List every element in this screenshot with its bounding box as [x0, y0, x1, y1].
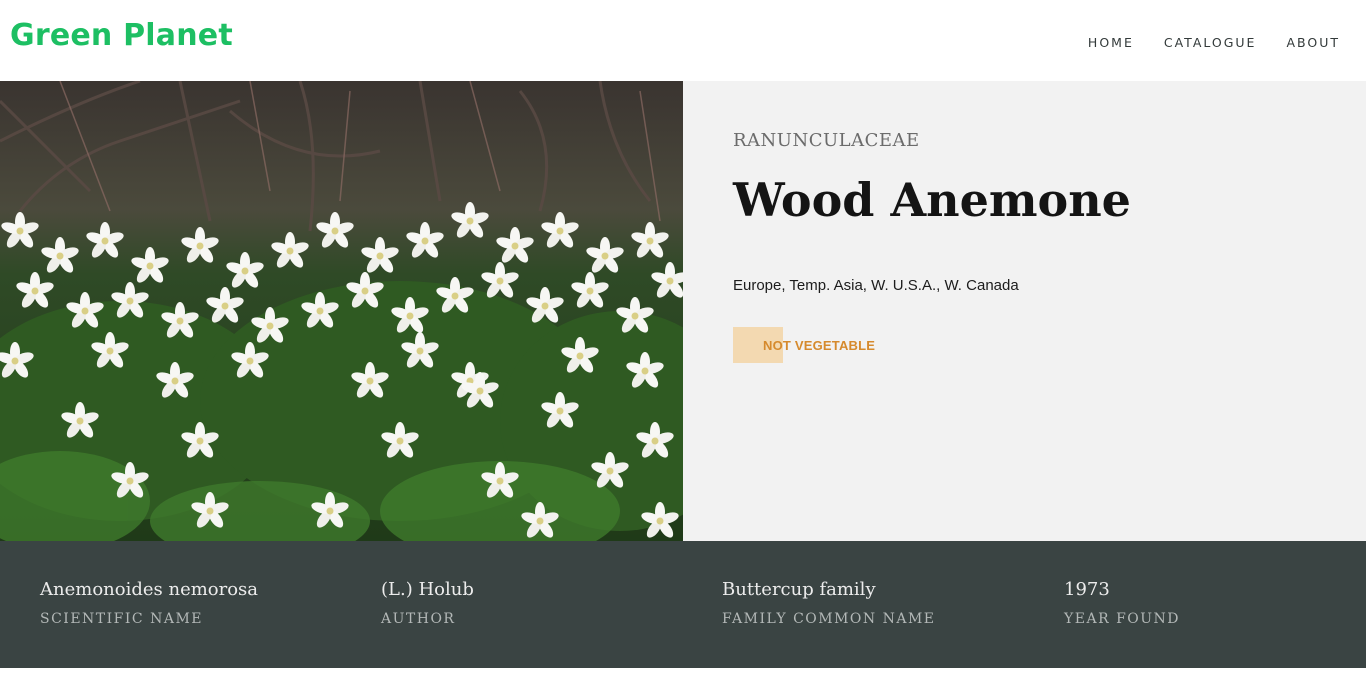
fact-year-found: 1973 YEAR FOUND — [1064, 579, 1180, 627]
plant-hero: RANUNCULACEAE Wood Anemone Europe, Temp.… — [0, 81, 1366, 541]
fact-value: (L.) Holub — [381, 579, 474, 600]
nav-catalogue[interactable]: CATALOGUE — [1164, 35, 1257, 50]
nav-about[interactable]: ABOUT — [1286, 35, 1340, 50]
plant-distribution: Europe, Temp. Asia, W. U.S.A., W. Canada — [733, 277, 1019, 294]
plant-family: RANUNCULACEAE — [733, 130, 920, 151]
fact-value: 1973 — [1064, 579, 1110, 600]
vegetable-status-label: NOT VEGETABLE — [763, 338, 876, 353]
fact-scientific-name: Anemonoides nemorosa SCIENTIFIC NAME — [40, 579, 258, 627]
wood-anemone-photo — [0, 81, 683, 541]
plant-info-panel: RANUNCULACEAE Wood Anemone Europe, Temp.… — [683, 81, 1366, 541]
site-header: Green Planet HOME CATALOGUE ABOUT — [0, 0, 1366, 81]
fact-value: Anemonoides nemorosa — [40, 579, 259, 600]
fact-author: (L.) Holub AUTHOR — [381, 579, 474, 627]
plant-name: Wood Anemone — [733, 173, 1131, 227]
vegetable-status-badge: NOT VEGETABLE — [733, 327, 893, 363]
fact-caption: SCIENTIFIC NAME — [40, 611, 203, 627]
brand-logo[interactable]: Green Planet — [10, 18, 233, 53]
nav-home[interactable]: HOME — [1088, 35, 1134, 50]
fact-family-common-name: Buttercup family FAMILY COMMON NAME — [722, 579, 936, 627]
plant-facts-bar: Anemonoides nemorosa SCIENTIFIC NAME (L.… — [0, 541, 1366, 668]
fact-value: Buttercup family — [722, 579, 876, 600]
main-nav: HOME CATALOGUE ABOUT — [1088, 35, 1340, 50]
fact-caption: FAMILY COMMON NAME — [722, 611, 936, 627]
fact-caption: YEAR FOUND — [1064, 611, 1181, 627]
fact-caption: AUTHOR — [381, 611, 456, 627]
plant-photo — [0, 81, 683, 541]
